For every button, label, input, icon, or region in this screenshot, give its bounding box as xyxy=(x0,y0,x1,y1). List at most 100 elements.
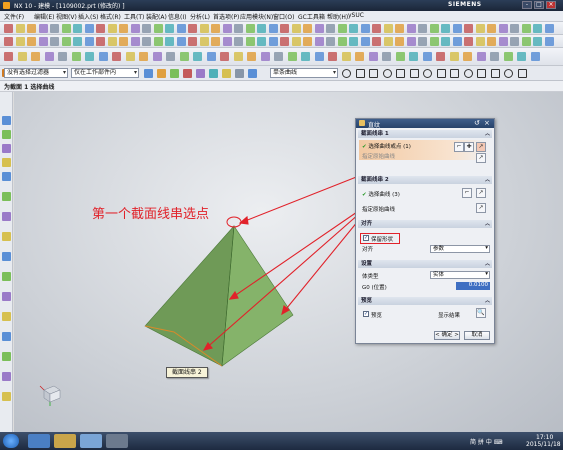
toolbar-tool-icon[interactable] xyxy=(222,37,232,46)
snap-point-icon[interactable] xyxy=(423,69,432,78)
toolbar-tool-icon[interactable] xyxy=(544,37,554,46)
menu-view[interactable]: 视图(V) xyxy=(56,12,77,21)
resource-tab-icon[interactable] xyxy=(2,172,11,181)
toolbar-tool-icon[interactable] xyxy=(372,24,381,33)
align-select[interactable]: 参数 xyxy=(430,245,490,253)
menu-format[interactable]: 格式(R) xyxy=(100,12,121,21)
toolbar-tool-icon[interactable] xyxy=(422,52,432,61)
toolbar-tool-icon[interactable] xyxy=(27,37,36,46)
snap-point-icon[interactable] xyxy=(369,69,378,78)
resource-tab-icon[interactable] xyxy=(2,144,11,153)
snap-point-icon[interactable] xyxy=(504,69,513,78)
alignment-header[interactable]: 对齐 ︿ xyxy=(358,220,492,228)
toolbar-tool-icon[interactable] xyxy=(475,37,485,46)
menu-insert[interactable]: 插入(S) xyxy=(78,12,99,21)
menu-help[interactable]: 帮助(H) xyxy=(327,12,348,21)
toolbar-tool-icon[interactable] xyxy=(429,24,439,33)
menu-preferences[interactable]: 首选项(P) xyxy=(213,12,239,21)
reverse-direction-icon[interactable]: ↗ xyxy=(476,188,486,198)
toolbar-tool-icon[interactable] xyxy=(193,52,202,61)
toolbar-tool-icon[interactable] xyxy=(544,24,554,33)
curve-rule-select[interactable]: 单条曲线 xyxy=(270,68,338,78)
toolbar-tool-icon[interactable] xyxy=(521,37,531,46)
toolbar-tool-icon[interactable] xyxy=(257,37,266,46)
toolbar-tool-icon[interactable] xyxy=(510,24,519,33)
resource-tab-icon[interactable] xyxy=(2,212,11,221)
toolbar-tool-icon[interactable] xyxy=(260,52,270,61)
menu-analysis[interactable]: 分析(L) xyxy=(190,12,210,21)
show-result-label[interactable]: 显示结果 xyxy=(438,311,460,319)
toolbar-tool-icon[interactable] xyxy=(510,37,519,46)
resource-tab-icon[interactable] xyxy=(2,158,11,167)
toolbar-tool-icon[interactable] xyxy=(165,24,174,33)
section1-origin-label[interactable]: 指定原始曲线 xyxy=(362,152,395,160)
snap-filter-icon[interactable] xyxy=(235,69,244,78)
toolbar-tool-icon[interactable] xyxy=(98,52,108,61)
toolbar-tool-icon[interactable] xyxy=(107,37,117,46)
snap-point-icon[interactable] xyxy=(517,69,527,78)
toolbar-tool-icon[interactable] xyxy=(487,24,496,33)
toolbar-tool-icon[interactable] xyxy=(301,52,310,61)
toolbar-tool-icon[interactable] xyxy=(188,37,197,46)
minimize-button[interactable]: - xyxy=(522,1,532,9)
toolbar-tool-icon[interactable] xyxy=(130,37,140,46)
cancel-button[interactable]: 取消 xyxy=(464,331,490,340)
resource-tab-icon[interactable] xyxy=(2,130,11,139)
toolbar-tool-icon[interactable] xyxy=(153,37,163,46)
snap-filter-icon[interactable] xyxy=(248,69,257,78)
toolbar-tool-icon[interactable] xyxy=(96,24,105,33)
resource-tab-icon[interactable] xyxy=(2,392,11,401)
resource-tab-icon[interactable] xyxy=(2,332,11,341)
resource-tab-icon[interactable] xyxy=(2,352,11,361)
toolbar-tool-icon[interactable] xyxy=(165,37,174,46)
menu-application[interactable]: 应用模块(N) xyxy=(240,12,273,21)
type-filter-select[interactable]: 没有选择过滤器 xyxy=(4,68,68,78)
resource-tab-icon[interactable] xyxy=(2,232,11,241)
toolbar-tool-icon[interactable] xyxy=(326,24,335,33)
snap-filter-icon[interactable] xyxy=(144,69,153,78)
snap-point-icon[interactable] xyxy=(436,69,446,78)
toolbar-tool-icon[interactable] xyxy=(220,52,229,61)
menu-edit[interactable]: 编辑(E) xyxy=(34,12,54,21)
toolbar-tool-icon[interactable] xyxy=(15,37,25,46)
toolbar-tool-icon[interactable] xyxy=(326,37,335,46)
toolbar-tool-icon[interactable] xyxy=(395,37,404,46)
resource-tab-icon[interactable] xyxy=(2,252,11,261)
toolbar-tool-icon[interactable] xyxy=(153,24,163,33)
toolbar-tool-icon[interactable] xyxy=(84,37,94,46)
toolbar-tool-icon[interactable] xyxy=(303,37,312,46)
section2-select-row[interactable]: ✔ 选择曲线 (3) xyxy=(362,190,400,198)
toolbar-tool-icon[interactable] xyxy=(409,52,418,61)
toolbar-tool-icon[interactable] xyxy=(50,37,59,46)
toolbar-tool-icon[interactable] xyxy=(395,24,404,33)
taskbar-settings-icon[interactable] xyxy=(106,434,128,448)
toolbar-tool-icon[interactable] xyxy=(355,52,364,61)
toolbar-tool-icon[interactable] xyxy=(406,37,416,46)
section1-select-row[interactable]: ✔ 选择曲线或点 (1) xyxy=(362,142,411,150)
toolbar-tool-icon[interactable] xyxy=(139,52,148,61)
toolbar-tool-icon[interactable] xyxy=(268,24,278,33)
toolbar-tool-icon[interactable] xyxy=(395,52,405,61)
snap-point-icon[interactable] xyxy=(463,69,473,78)
toolbar-tool-icon[interactable] xyxy=(245,37,255,46)
toolbar-tool-icon[interactable] xyxy=(382,52,391,61)
toolbar-tool-icon[interactable] xyxy=(130,24,140,33)
toolbar-tool-icon[interactable] xyxy=(521,24,531,33)
resource-tab-icon[interactable] xyxy=(2,372,11,381)
toolbar-tool-icon[interactable] xyxy=(17,52,27,61)
snap-point-icon[interactable] xyxy=(382,69,392,78)
snap-point-icon[interactable] xyxy=(450,69,459,78)
reset-icon[interactable]: ↺ xyxy=(474,119,480,127)
snap-filter-icon[interactable] xyxy=(170,69,179,78)
toolbar-tool-icon[interactable] xyxy=(27,24,36,33)
toolbar-tool-icon[interactable] xyxy=(530,52,540,61)
toolbar-tool-icon[interactable] xyxy=(533,37,542,46)
toolbar-tool-icon[interactable] xyxy=(337,24,347,33)
snap-point-icon[interactable] xyxy=(355,69,365,78)
toolbar-tool-icon[interactable] xyxy=(107,24,117,33)
tray-ime[interactable]: 简 拼 中 ⌨ xyxy=(470,437,502,446)
toolbar-tool-icon[interactable] xyxy=(125,52,135,61)
toolbar-tool-icon[interactable] xyxy=(452,37,462,46)
toolbar-tool-icon[interactable] xyxy=(73,24,82,33)
toolbar-tool-icon[interactable] xyxy=(280,37,289,46)
